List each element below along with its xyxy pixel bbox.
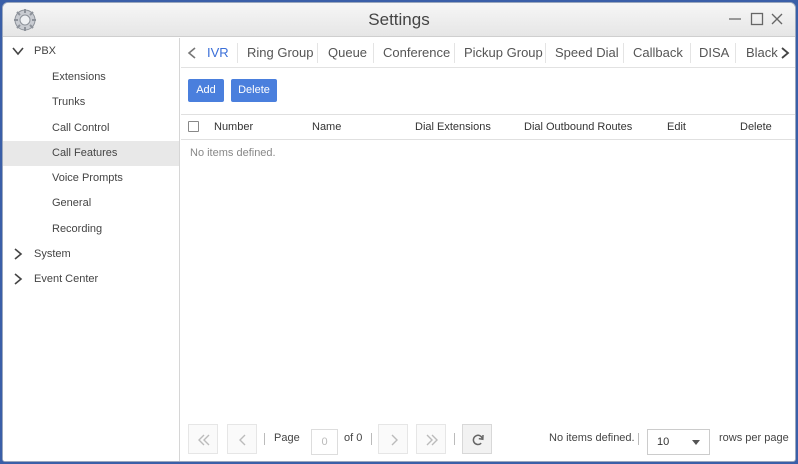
- column-header-edit: Edit: [667, 121, 686, 133]
- sidebar: PBX Extensions Trunks Call Control Call …: [3, 38, 180, 461]
- tab-divider: [735, 43, 736, 63]
- sidebar-item-label: Recording: [52, 223, 103, 235]
- empty-table-message: No items defined.: [190, 147, 276, 159]
- main-content: IVR Ring Group Queue Conference Pickup G…: [181, 38, 795, 461]
- tab-speed-dial[interactable]: Speed Dial: [555, 38, 619, 68]
- column-header-dial-extensions[interactable]: Dial Extensions: [415, 115, 491, 139]
- column-header-number[interactable]: Number: [214, 115, 253, 139]
- column-header-name[interactable]: Name: [312, 115, 341, 139]
- tab-ivr[interactable]: IVR: [207, 38, 229, 68]
- title-bar: Settings: [3, 3, 795, 37]
- tab-pickup-group[interactable]: Pickup Group: [464, 38, 543, 68]
- page-count-label: of 0: [344, 432, 363, 444]
- tab-black[interactable]: Black: [746, 38, 778, 68]
- close-icon[interactable]: [769, 11, 785, 27]
- table-header: Number Name Dial Extensions Dial Outboun…: [181, 114, 795, 140]
- sidebar-group-system[interactable]: System: [3, 242, 179, 267]
- previous-page-button[interactable]: [227, 424, 257, 454]
- sidebar-item-voice-prompts[interactable]: Voice Prompts: [3, 166, 179, 191]
- sidebar-item-label: Extensions: [52, 71, 106, 83]
- pager-status: No items defined.: [549, 432, 635, 444]
- sidebar-item-label: General: [52, 197, 92, 209]
- tab-conference[interactable]: Conference: [383, 38, 450, 68]
- sidebar-item-call-control[interactable]: Call Control: [3, 116, 179, 141]
- column-header-delete: Delete: [740, 121, 772, 133]
- sidebar-group-label: System: [34, 248, 71, 260]
- sidebar-item-label: Voice Prompts: [52, 172, 123, 184]
- chevron-down-icon: [12, 47, 24, 56]
- chevron-right-icon: [391, 434, 398, 446]
- pager-divider: [264, 433, 265, 445]
- sidebar-group-label: PBX: [34, 45, 57, 57]
- pager-divider: [371, 433, 372, 445]
- page-label: Page: [274, 432, 300, 444]
- tab-bar: IVR Ring Group Queue Conference Pickup G…: [181, 38, 795, 68]
- first-page-button[interactable]: [188, 424, 218, 454]
- tab-disa[interactable]: DISA: [699, 38, 729, 68]
- sidebar-item-extensions[interactable]: Extensions: [3, 65, 179, 90]
- tab-divider: [454, 43, 455, 63]
- rows-per-page-select[interactable]: 10: [647, 429, 710, 455]
- caret-down-icon: [692, 440, 700, 445]
- tab-divider: [237, 43, 238, 63]
- chevron-left-icon: [239, 434, 246, 446]
- select-all-checkbox[interactable]: [188, 121, 199, 132]
- tab-divider: [317, 43, 318, 63]
- sidebar-item-general[interactable]: General: [3, 191, 179, 216]
- tab-divider: [623, 43, 624, 63]
- page-number-input[interactable]: 0: [311, 429, 338, 455]
- pagination-bar: Page 0 of 0 No items defined. 10 rows pe…: [181, 419, 795, 457]
- chevron-right-icon: [14, 273, 23, 285]
- chevron-left-icon[interactable]: [186, 46, 198, 60]
- last-page-button[interactable]: [416, 424, 446, 454]
- delete-button[interactable]: Delete: [231, 79, 277, 102]
- tab-queue[interactable]: Queue: [328, 38, 367, 68]
- minimize-icon[interactable]: [727, 11, 743, 27]
- tab-divider: [690, 43, 691, 63]
- tab-divider: [373, 43, 374, 63]
- chevron-right-icon: [14, 248, 23, 260]
- sidebar-group-label: Event Center: [34, 273, 99, 285]
- double-chevron-left-icon: [198, 434, 210, 446]
- double-chevron-right-icon: [426, 434, 438, 446]
- pager-divider: [638, 433, 639, 445]
- rows-per-page-value: 10: [657, 436, 670, 448]
- pager-divider: [454, 433, 455, 445]
- sidebar-item-call-features[interactable]: Call Features: [3, 141, 179, 166]
- refresh-icon: [472, 434, 484, 446]
- chevron-right-icon[interactable]: [779, 46, 791, 60]
- window-title: Settings: [368, 10, 430, 29]
- rows-per-page-label: rows per page: [719, 432, 789, 444]
- add-button[interactable]: Add: [188, 79, 224, 102]
- sidebar-item-label: Call Features: [52, 147, 118, 159]
- tab-ring-group[interactable]: Ring Group: [247, 38, 313, 68]
- sidebar-group-event-center[interactable]: Event Center: [3, 267, 179, 292]
- sidebar-item-label: Call Control: [52, 122, 110, 134]
- maximize-icon[interactable]: [749, 11, 765, 27]
- settings-window: Settings PBX Extensions Trunks Call Cont…: [2, 2, 796, 462]
- tab-callback[interactable]: Callback: [633, 38, 683, 68]
- tab-divider: [545, 43, 546, 63]
- sidebar-item-recording[interactable]: Recording: [3, 217, 179, 242]
- sidebar-group-pbx[interactable]: PBX: [3, 39, 179, 64]
- next-page-button[interactable]: [378, 424, 408, 454]
- sidebar-item-trunks[interactable]: Trunks: [3, 90, 179, 115]
- sidebar-item-label: Trunks: [52, 96, 86, 108]
- column-header-dial-outbound-routes[interactable]: Dial Outbound Routes: [524, 115, 632, 139]
- refresh-button[interactable]: [462, 424, 492, 454]
